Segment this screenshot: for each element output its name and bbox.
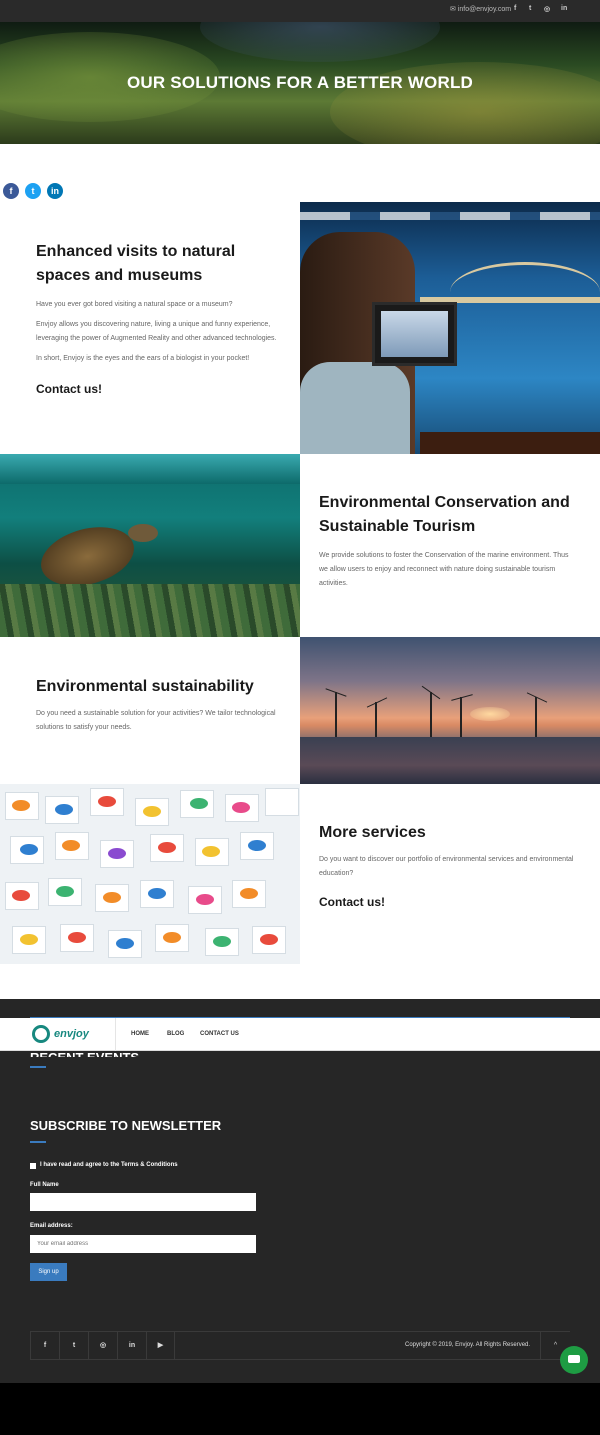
full-name-label: Full Name	[30, 1182, 59, 1188]
water-reflection	[300, 737, 600, 784]
section-paragraph: Envjoy allows you discovering nature, li…	[36, 321, 277, 342]
water-surface	[0, 454, 300, 484]
wind-turbine	[535, 697, 537, 737]
section-paragraph: Do you need a sustainable solution for y…	[36, 710, 276, 731]
sunset-glow	[470, 707, 510, 721]
hero-banner: OUR SOLUTIONS FOR A BETTER WORLD	[0, 22, 600, 144]
sticky-navbar: envjoy HOME BLOG CONTACT US	[0, 1018, 600, 1051]
nav-home[interactable]: HOME	[131, 1031, 149, 1037]
instagram-icon[interactable]: ◎	[544, 5, 550, 13]
linkedin-icon[interactable]: in	[561, 5, 567, 12]
sea-turtle-photo	[0, 454, 300, 637]
section-title: Enhanced visits to natural spaces and mu…	[36, 243, 236, 284]
navbar-divider	[115, 1018, 116, 1051]
turtle-head	[128, 524, 158, 542]
terms-checkbox[interactable]	[30, 1163, 36, 1169]
section-more-services: More services Do you want to discover ou…	[319, 821, 574, 909]
top-bar: ✉ info@envjoy.com f t ◎ in	[0, 0, 600, 22]
email-text: info@envjoy.com	[457, 6, 512, 13]
share-twitter-icon[interactable]: t	[25, 183, 41, 199]
section-paragraph: We provide solutions to foster the Conse…	[319, 552, 569, 587]
wind-turbines-photo	[300, 637, 600, 784]
turbine-blade	[526, 692, 548, 703]
title-underline	[30, 1066, 46, 1068]
section-sustainability: Environmental sustainability Do you need…	[36, 675, 291, 735]
share-facebook-icon[interactable]: f	[3, 183, 19, 199]
fish-skeleton	[450, 262, 600, 322]
wind-turbine	[375, 702, 377, 737]
logo-text[interactable]: envjoy	[54, 1028, 89, 1040]
wind-turbine	[460, 697, 462, 737]
footer-youtube-icon[interactable]: ▶	[146, 1332, 175, 1360]
turbine-blade	[366, 697, 388, 708]
full-name-input[interactable]	[30, 1193, 256, 1211]
ceiling-lights	[300, 212, 600, 220]
hero-background-shape	[200, 22, 440, 62]
share-linkedin-icon[interactable]: in	[47, 183, 63, 199]
wind-turbine	[430, 692, 432, 737]
display-shelf	[420, 432, 600, 454]
hero-title: OUR SOLUTIONS FOR A BETTER WORLD	[126, 73, 474, 92]
chat-bubble-icon[interactable]	[560, 1346, 588, 1374]
section-museums: Enhanced visits to natural spaces and mu…	[36, 240, 286, 396]
footer-twitter-icon[interactable]: t	[59, 1332, 88, 1360]
signup-button[interactable]: Sign up	[30, 1263, 67, 1281]
newsletter-title: SUBSCRIBE TO NEWSLETTER	[30, 1118, 222, 1133]
email-label: Email address:	[30, 1223, 73, 1229]
bottom-black-area	[0, 1383, 600, 1435]
footer-facebook-icon[interactable]: f	[30, 1332, 59, 1360]
email-link[interactable]: ✉ info@envjoy.com	[450, 5, 511, 13]
nav-blog[interactable]: BLOG	[167, 1031, 184, 1037]
footer-linkedin-icon[interactable]: in	[117, 1332, 146, 1360]
tablet-device	[372, 302, 457, 366]
title-underline	[30, 1141, 46, 1143]
logo-icon[interactable]	[32, 1025, 50, 1043]
nav-contact-us[interactable]: CONTACT US	[200, 1031, 239, 1037]
twitter-icon[interactable]: t	[529, 5, 531, 12]
section-title: Environmental Conservation and Sustainab…	[319, 494, 570, 535]
contact-us-link[interactable]: Contact us!	[319, 895, 574, 909]
facebook-icon[interactable]: f	[514, 5, 516, 12]
section-paragraph: In short, Envjoy is the eyes and the ear…	[36, 355, 250, 362]
turbine-blade	[451, 694, 473, 701]
visitor-sweater	[300, 362, 410, 454]
section-conservation: Environmental Conservation and Sustainab…	[319, 491, 574, 591]
wind-turbine	[335, 692, 337, 737]
section-paragraph: Have you ever got bored visiting a natur…	[36, 301, 233, 308]
section-paragraph: Do you want to discover our portfolio of…	[319, 856, 574, 877]
museum-photo	[300, 202, 600, 454]
contact-us-link[interactable]: Contact us!	[36, 382, 286, 396]
section-title: More services	[319, 824, 426, 841]
copyright-text: Copyright © 2019, Envjoy. All Rights Res…	[405, 1342, 531, 1348]
section-title: Environmental sustainability	[36, 678, 254, 695]
email-input[interactable]	[30, 1235, 256, 1253]
coral-reef	[0, 584, 300, 637]
terms-label: I have read and agree to the Terms & Con…	[40, 1162, 178, 1168]
footer-instagram-icon[interactable]: ◎	[88, 1332, 117, 1360]
fish-drawings-photo	[0, 784, 300, 964]
